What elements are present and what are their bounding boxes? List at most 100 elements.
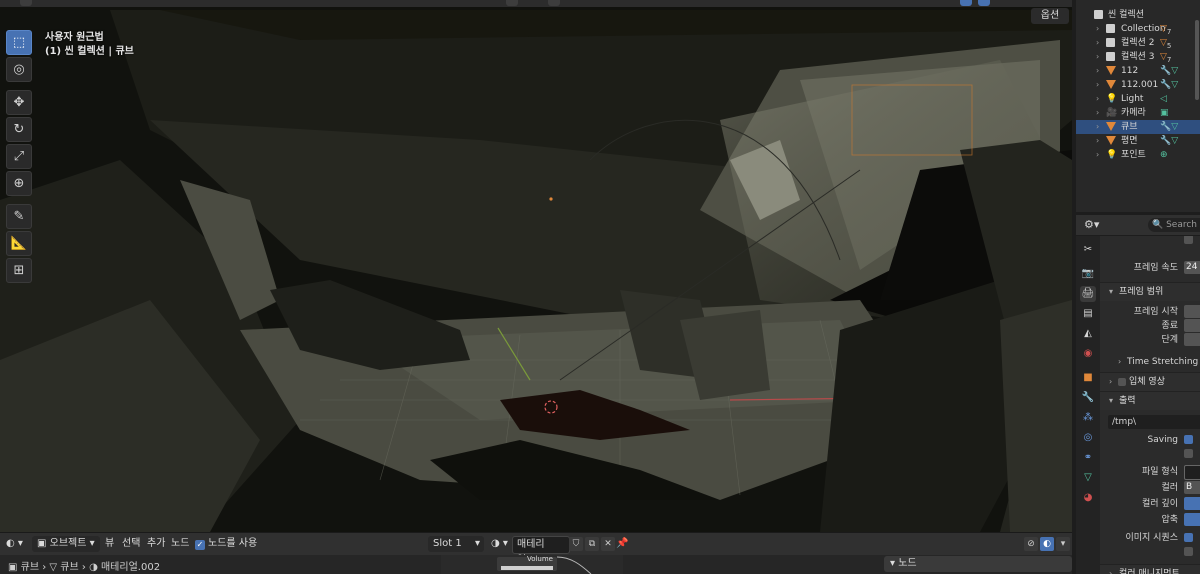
output-path-field[interactable]: /tmp\ <box>1108 415 1200 429</box>
editor-type-icon[interactable]: ⚙▾ <box>1084 218 1099 231</box>
point-light-data-icon: ⊕ <box>1160 150 1168 160</box>
properties-search[interactable]: 🔍 Search <box>1148 218 1200 232</box>
shield-icon[interactable]: ⛉ <box>569 537 583 551</box>
output-section[interactable]: ▾ 출력 <box>1100 391 1200 410</box>
stereoscopy-checkbox[interactable] <box>1118 378 1126 386</box>
add-cube-tool[interactable]: ⊞ <box>6 258 32 283</box>
outliner-item[interactable]: › 💡 포인트 ⊕ <box>1076 148 1200 162</box>
view-info: 사용자 원근법 (1) 씬 컬렉션 | 큐브 <box>45 31 134 59</box>
color-management-title: 컬러 매니지먼트 <box>1119 569 1180 574</box>
chevron-right-icon[interactable]: › <box>1096 64 1099 78</box>
cursor-tool[interactable]: ◎ <box>6 57 32 82</box>
image-sequence-checkbox[interactable] <box>1184 533 1193 542</box>
breadcrumb-item-1[interactable]: 큐브 <box>21 562 39 573</box>
breadcrumb-item-3[interactable]: 매테리얼.002 <box>101 562 160 573</box>
scene-collection-row[interactable]: 씬 컬렉션 <box>1076 8 1200 22</box>
world-tab-icon[interactable]: ◉ <box>1080 346 1096 362</box>
close-icon[interactable]: ✕ <box>601 537 615 551</box>
color-depth-field[interactable] <box>1184 497 1200 510</box>
saving-checkbox[interactable] <box>1184 435 1193 444</box>
material-icon: ◑ <box>89 562 101 573</box>
move-tool[interactable]: ✥ <box>6 90 32 115</box>
material-browse-button[interactable]: ◑ ▾ <box>491 536 508 552</box>
outliner-item[interactable]: › 🎥 카메라 ▣ <box>1076 106 1200 120</box>
menu-view[interactable]: 뷰 <box>105 536 114 552</box>
cursor-icon: ◎ <box>13 62 25 77</box>
frame-start-field[interactable] <box>1184 305 1200 318</box>
snap-icon[interactable]: ⊘ <box>1024 537 1038 551</box>
use-nodes-toggle[interactable]: ✓ 노드를 사용 <box>195 536 257 552</box>
frame-rate-field[interactable]: 24 <box>1184 261 1200 274</box>
time-stretching-row[interactable]: › Time Stretching <box>1100 354 1200 370</box>
select-box-tool[interactable]: ⬚ <box>6 30 32 55</box>
rotate-tool[interactable]: ↻ <box>6 117 32 142</box>
chevron-right-icon[interactable]: › <box>1096 50 1099 64</box>
pin-icon[interactable]: 📌 <box>616 536 628 552</box>
duplicate-icon[interactable]: ⧉ <box>585 537 599 551</box>
checkbox[interactable] <box>1184 449 1193 458</box>
frame-range-section[interactable]: ▾ 프레임 범위 <box>1100 282 1200 301</box>
node-panel-header[interactable]: ▾ 노드 <box>884 556 1072 572</box>
options-button[interactable]: 옵션 <box>1031 8 1069 24</box>
transform-tool[interactable]: ⊕ <box>6 171 32 196</box>
view-layer-tab-icon[interactable]: ▤ <box>1080 306 1096 322</box>
slot-select[interactable]: Slot 1 ▾ <box>428 536 484 552</box>
editor-type-icon[interactable]: ◐ ▾ <box>6 536 23 552</box>
menu-add[interactable]: 추가 <box>147 536 165 552</box>
scene-tab-icon[interactable]: ◭ <box>1080 326 1096 342</box>
stereoscopy-section[interactable]: › 입체 영상 <box>1100 372 1200 391</box>
outliner-item[interactable]: › 112 🔧▽ <box>1076 64 1200 78</box>
render-tab-icon[interactable]: 📷 <box>1080 266 1096 282</box>
constraints-tab-icon[interactable]: ⚭ <box>1080 450 1096 466</box>
chevron-right-icon[interactable]: › <box>1096 148 1099 162</box>
chevron-right-icon[interactable]: › <box>1096 120 1099 134</box>
chevron-right-icon[interactable]: › <box>1096 106 1099 120</box>
file-format-field[interactable] <box>1184 465 1200 480</box>
chevron-down-icon[interactable]: ▾ <box>1056 537 1070 551</box>
particles-tab-icon[interactable]: ⁂ <box>1080 410 1096 426</box>
chevron-right-icon[interactable]: › <box>1096 92 1099 106</box>
outliner-scrollbar[interactable] <box>1195 20 1199 100</box>
tool-tab-icon[interactable]: ✂ <box>1080 242 1096 258</box>
chevron-right-icon[interactable]: › <box>1096 134 1099 148</box>
chevron-right-icon[interactable]: › <box>1096 22 1099 36</box>
modifier-data-icons: 🔧▽ <box>1160 66 1179 76</box>
outliner-item[interactable]: › 💡 Light ◁ <box>1076 92 1200 106</box>
checkbox[interactable] <box>1184 547 1193 556</box>
material-name-field[interactable]: 매테리얼.002 <box>512 536 570 566</box>
outliner-item[interactable]: › 평면 🔧▽ <box>1076 134 1200 148</box>
outliner-item[interactable]: › Collection ▽7 <box>1076 22 1200 36</box>
checkbox[interactable] <box>1184 236 1193 244</box>
chevron-right-icon[interactable]: › <box>1096 36 1099 50</box>
scale-tool[interactable]: ⤢ <box>6 144 32 169</box>
menu-select[interactable]: 선택 <box>122 536 140 552</box>
object-tab-icon[interactable]: ■ <box>1080 370 1096 386</box>
measure-tool[interactable]: 📐 <box>6 231 32 256</box>
modifier-tab-icon[interactable]: 🔧 <box>1080 390 1096 406</box>
physics-tab-icon[interactable]: ◎ <box>1080 430 1096 446</box>
outliner-item[interactable]: › 큐브 🔧▽ <box>1076 120 1200 134</box>
outliner-item[interactable]: › 컬렉션 3 ▽7 <box>1076 50 1200 64</box>
output-tab-icon[interactable]: 🖨 <box>1080 286 1096 302</box>
color-management-section[interactable]: › 컬러 매니지먼트 <box>1100 564 1200 574</box>
3d-viewport[interactable]: 사용자 원근법 (1) 씬 컬렉션 | 큐브 옵션 ⬚ ◎ ✥ ↻ ⤢ ⊕ ✎ 📐 ⊞ <box>0 0 1072 532</box>
outliner-item[interactable]: › 112.001 🔧▽ <box>1076 78 1200 92</box>
mode-select[interactable]: ▣ 오브젝트 ▾ <box>32 536 100 552</box>
compression-field[interactable] <box>1184 513 1200 526</box>
node-canvas[interactable]: Volume <box>441 555 623 574</box>
breadcrumb-item-2[interactable]: 큐브 <box>60 562 78 573</box>
color-field[interactable]: B <box>1184 481 1200 494</box>
frame-step-field[interactable] <box>1184 333 1200 346</box>
outliner-item[interactable]: › 컬렉션 2 ▽5 <box>1076 36 1200 50</box>
viewport-scene <box>0 0 1072 532</box>
breadcrumb: ▣ 큐브 › ▽ 큐브 › ◑ 매테리얼.002 <box>8 558 160 573</box>
overlay-icon[interactable]: ◐ <box>1040 537 1054 551</box>
slot-label: Slot 1 <box>433 538 462 549</box>
frame-end-field[interactable] <box>1184 319 1200 332</box>
data-tab-icon[interactable]: ▽ <box>1080 470 1096 486</box>
outliner[interactable]: 씬 컬렉션 › Collection ▽7 › 컬렉션 2 ▽5 › 컬렉션 3 ▽7 › 112 🔧… <box>1076 0 1200 212</box>
annotate-tool[interactable]: ✎ <box>6 204 32 229</box>
chevron-right-icon[interactable]: › <box>1096 78 1099 92</box>
menu-node[interactable]: 노드 <box>171 536 189 552</box>
material-tab-icon[interactable]: ◕ <box>1080 490 1096 506</box>
